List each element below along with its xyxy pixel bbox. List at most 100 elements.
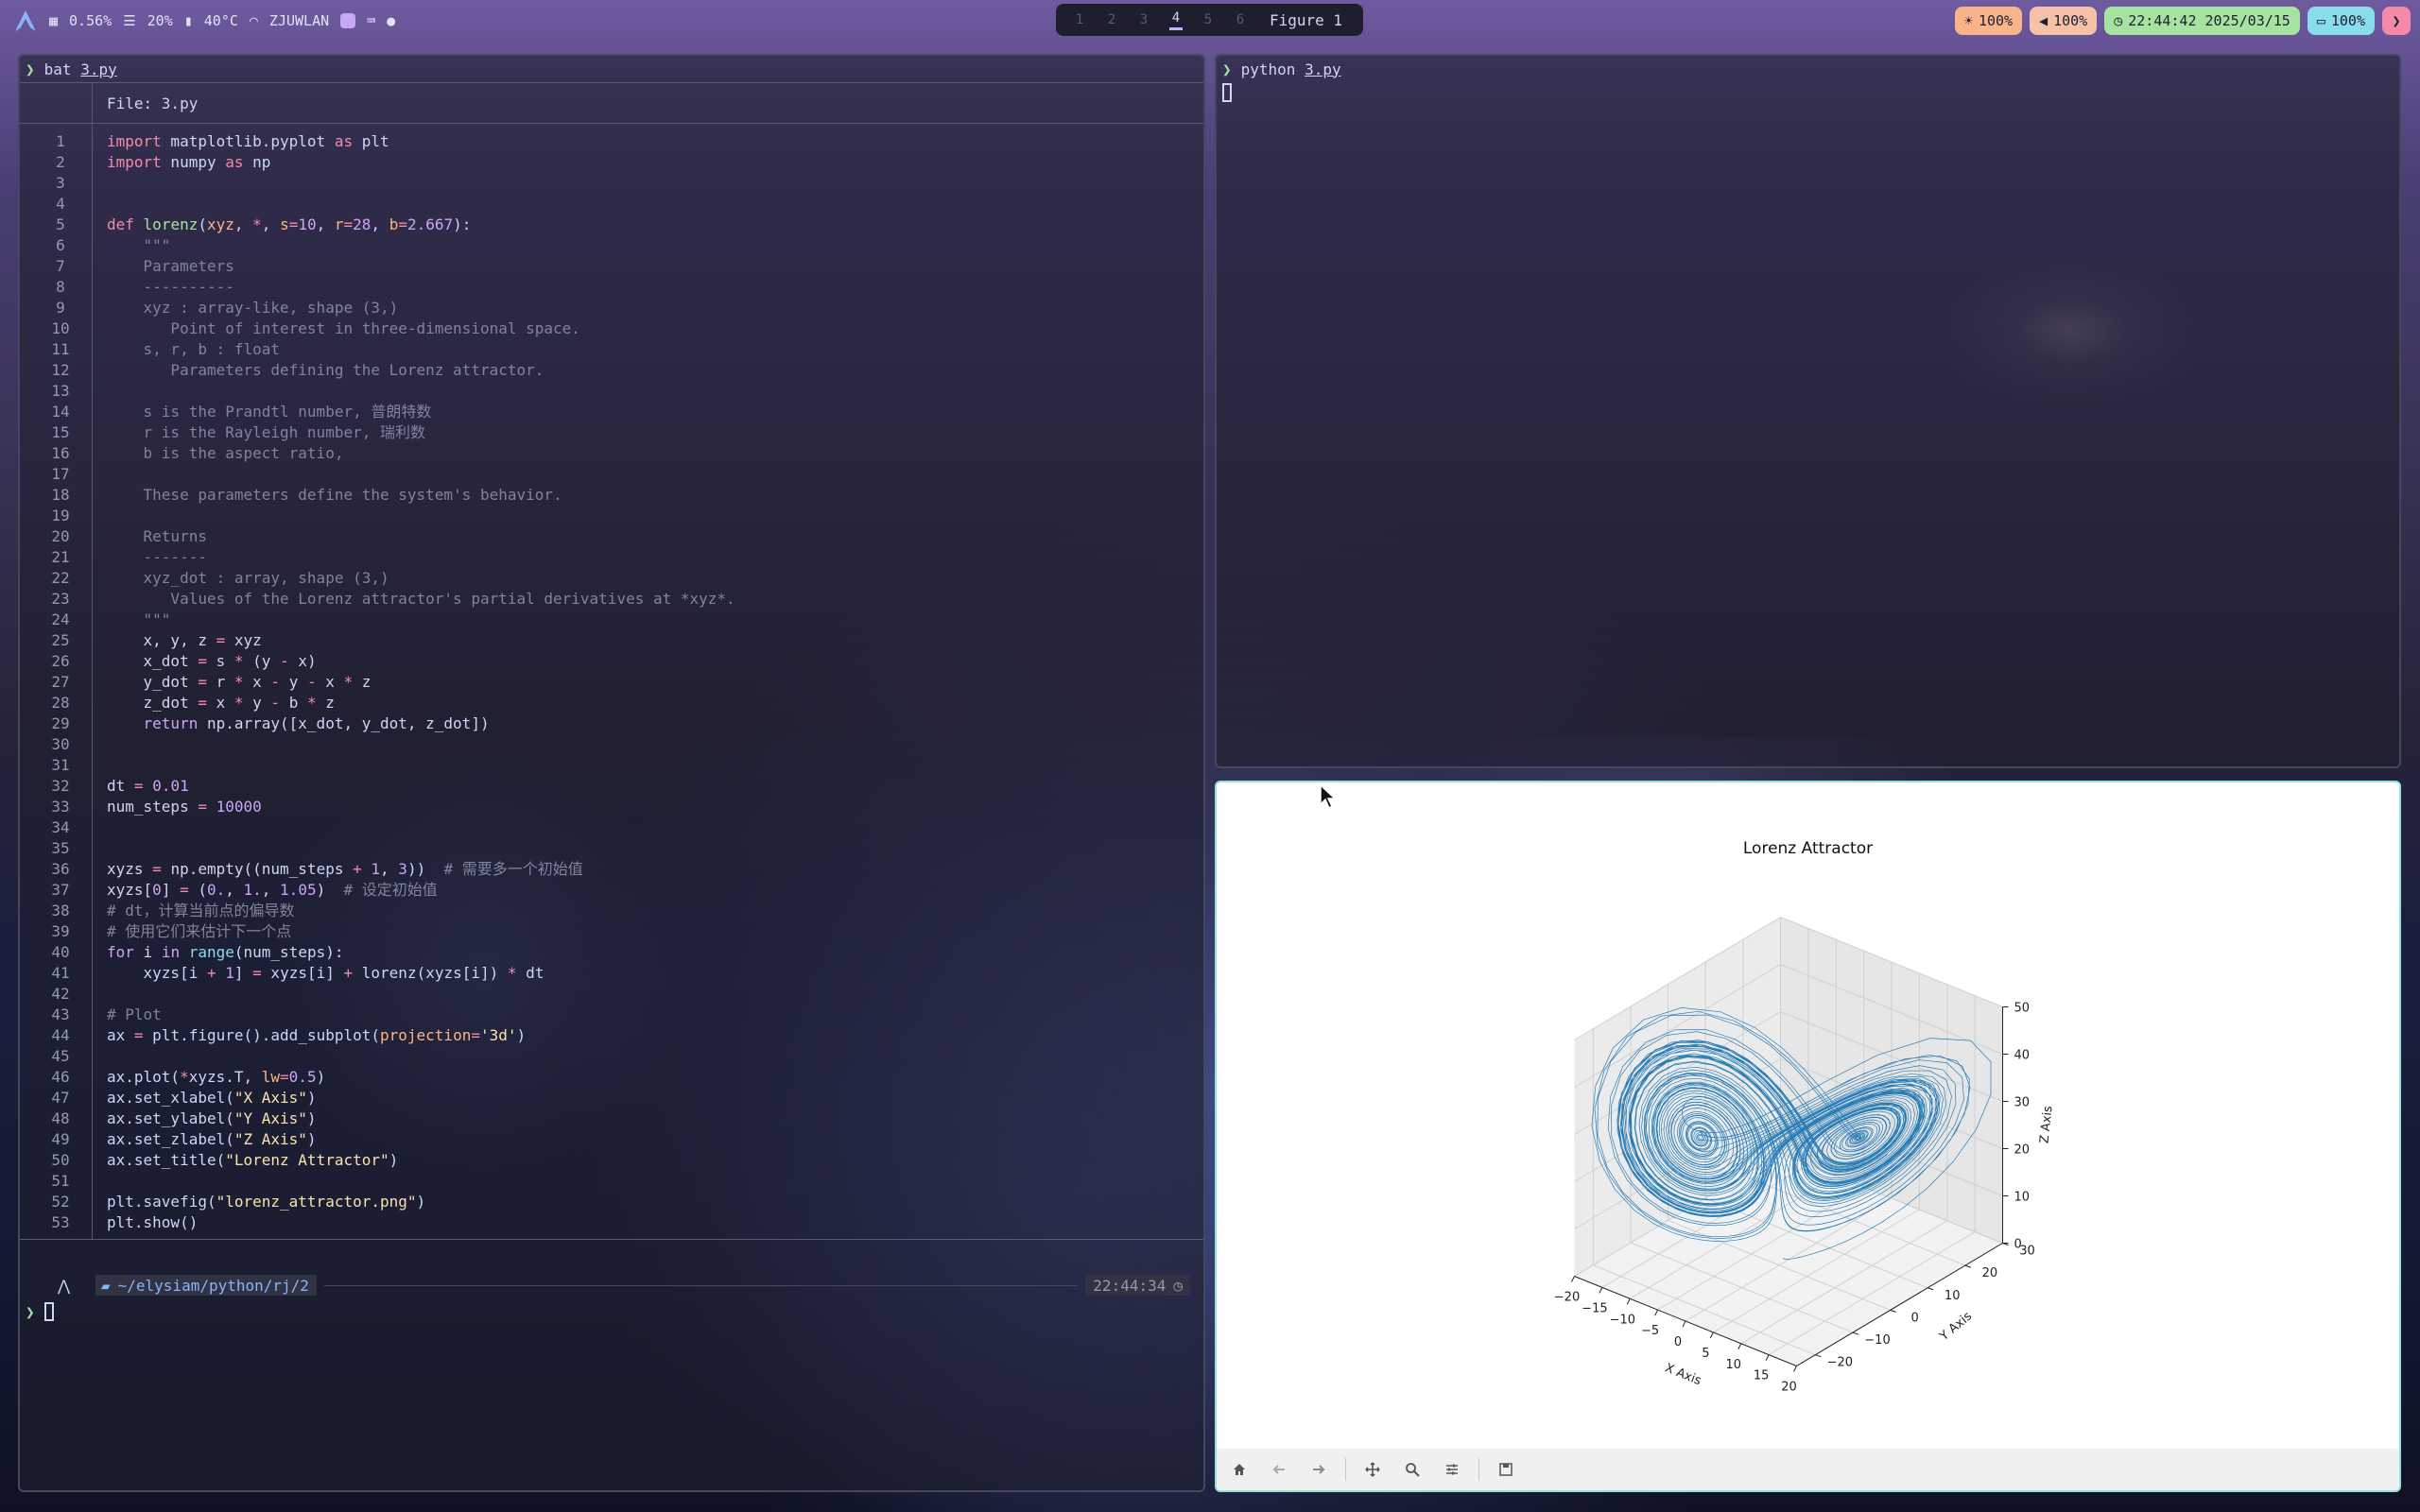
- command-arg[interactable]: 3.py: [1305, 60, 1341, 78]
- code-text: for i in range(num_steps):: [107, 943, 344, 961]
- code-text: ax.set_ylabel("Y Axis"): [107, 1109, 317, 1127]
- text-cursor: [1222, 82, 1232, 102]
- code-line: 52 plt.savefig("lorenz_attractor.png"): [20, 1192, 1203, 1212]
- python-terminal[interactable]: ❯ python 3.py: [1215, 54, 2401, 768]
- code-line: 16 b is the aspect ratio,: [20, 443, 1203, 464]
- command-arg[interactable]: 3.py: [80, 60, 117, 78]
- y-tick-label: 0: [1910, 1311, 1918, 1325]
- code-text: # Plot: [107, 1005, 162, 1023]
- x-tick-label: 5: [1702, 1347, 1709, 1361]
- x-tick: [1765, 1354, 1770, 1361]
- line-number: 37: [51, 881, 70, 899]
- line-number: 40: [51, 943, 70, 961]
- configure-icon[interactable]: [1439, 1456, 1465, 1483]
- workspace-4[interactable]: 4: [1169, 10, 1183, 30]
- code-line: 50 ax.set_title("Lorenz Attractor"): [20, 1150, 1203, 1171]
- code-text: Parameters defining the Lorenz attractor…: [107, 361, 544, 379]
- back-icon[interactable]: [1266, 1456, 1292, 1483]
- tray-app-icon[interactable]: [340, 13, 356, 28]
- line-number: 6: [56, 236, 65, 254]
- cpu-icon: ▦: [49, 12, 59, 29]
- datetime: 22:44:42 2025/03/15: [2128, 12, 2290, 29]
- keyboard-icon[interactable]: ⌨: [367, 12, 375, 29]
- code-line: 36 xyzs = np.empty((num_steps + 1, 3)) # …: [20, 859, 1203, 880]
- line-number: 48: [51, 1109, 70, 1127]
- line-number: 8: [56, 278, 65, 296]
- zoom-icon[interactable]: [1399, 1456, 1426, 1483]
- code-text: plt.show(): [107, 1213, 199, 1231]
- save-icon[interactable]: [1493, 1456, 1519, 1483]
- code-line: 42: [20, 984, 1203, 1005]
- code-text: Values of the Lorenz attractor's partial…: [107, 590, 735, 608]
- y-tick-label: 20: [1982, 1266, 1998, 1280]
- y-axis-label: Y Axis: [1937, 1309, 1975, 1344]
- line-number: 33: [51, 798, 70, 816]
- shell-input-line[interactable]: ❯: [20, 1298, 1203, 1325]
- line-number: 26: [51, 652, 70, 670]
- code-line: 53 plt.show(): [20, 1212, 1203, 1233]
- code-line: 51: [20, 1171, 1203, 1192]
- bat-prompt-line: ❯ bat 3.py: [20, 56, 1203, 82]
- z-tick-label: 10: [2014, 1191, 2031, 1205]
- workspace-5[interactable]: 5: [1201, 12, 1215, 27]
- line-number: 53: [51, 1213, 70, 1231]
- x-tick-label: −15: [1582, 1301, 1607, 1315]
- line-number: 28: [51, 694, 70, 712]
- temperature: 40°C: [203, 12, 238, 29]
- cwd-path: ~/elysiam/python/rj/2: [117, 1276, 309, 1295]
- code-line: 29 return np.array([x_dot, y_dot, z_dot]…: [20, 713, 1203, 734]
- line-number: 13: [51, 382, 70, 400]
- code-text: ax.plot(*xyzs.T, lw=0.5): [107, 1068, 326, 1086]
- left-terminal[interactable]: ❯ bat 3.py File: 3.py 1 import matplotlib…: [18, 54, 1205, 1492]
- arch-logo-icon[interactable]: [13, 9, 38, 33]
- code-text: Point of interest in three-dimensional s…: [107, 319, 580, 337]
- forward-icon[interactable]: [1305, 1456, 1332, 1483]
- workspace-2[interactable]: 2: [1105, 12, 1118, 27]
- home-icon[interactable]: [1226, 1456, 1253, 1483]
- code-line: 10 Point of interest in three-dimensiona…: [20, 318, 1203, 339]
- last-time: 22:44:34: [1093, 1276, 1167, 1295]
- memory-icon: ☰: [123, 12, 136, 29]
- brightness-pill[interactable]: ☀ 100%: [1954, 7, 2023, 35]
- x-tick: [1737, 1343, 1742, 1349]
- clock-pill[interactable]: ◷ 22:44:42 2025/03/15: [2104, 7, 2300, 35]
- workspace-6[interactable]: 6: [1234, 12, 1247, 27]
- workspace-3[interactable]: 3: [1137, 12, 1150, 27]
- line-number: 45: [51, 1047, 70, 1065]
- code-line: 26 x_dot = s * (y - x): [20, 651, 1203, 672]
- y-tick-label: −10: [1864, 1333, 1890, 1348]
- bat-file-header: File: 3.py: [20, 83, 1203, 123]
- code-line: 27 y_dot = r * x - y - x * z: [20, 672, 1203, 693]
- figure-window[interactable]: Lorenz Attractor −20 −15 −10 −5 0 5 10 15 20 −20−…: [1215, 781, 2401, 1492]
- x-tick: [1571, 1276, 1575, 1282]
- clock-icon: ◷: [2114, 12, 2123, 29]
- power-button[interactable]: ❯: [2382, 7, 2411, 35]
- volume-pill[interactable]: ◀ 100%: [2030, 7, 2098, 35]
- penguin-icon[interactable]: ●: [387, 12, 395, 29]
- line-number: 11: [51, 340, 70, 358]
- line-number: 31: [51, 756, 70, 774]
- code-text: plt.savefig("lorenz_attractor.png"): [107, 1193, 426, 1211]
- code-line: 15 r is the Rayleigh number, 瑞利数: [20, 422, 1203, 443]
- code-line: 28 z_dot = x * y - b * z: [20, 693, 1203, 713]
- line-number: 22: [51, 569, 70, 587]
- code-text: xyzs[i + 1] = xyzs[i] + lorenz(xyzs[i]) …: [107, 964, 544, 982]
- line-number: 16: [51, 444, 70, 462]
- pan-icon[interactable]: [1359, 1456, 1386, 1483]
- battery-pill[interactable]: ▭ 100%: [2307, 7, 2375, 35]
- code-line: 5 def lorenz(xyz, *, s=10, r=28, b=2.667)…: [20, 215, 1203, 235]
- status-pills: ☀ 100% ◀ 100% ◷ 22:44:42 2025/03/15 ▭ 100% ❯: [1954, 7, 2411, 35]
- code-line: 13: [20, 381, 1203, 402]
- workspace-1[interactable]: 1: [1073, 12, 1086, 27]
- line-number: 35: [51, 839, 70, 857]
- y-tick: [1815, 1354, 1822, 1358]
- code-line: 2 import numpy as np: [20, 152, 1203, 173]
- code-text: z_dot = x * y - b * z: [107, 694, 335, 712]
- lorenz-3d-plot[interactable]: −20−15−10−505101520−20−10010203001020304…: [1217, 782, 2399, 1449]
- line-number: 17: [51, 465, 70, 483]
